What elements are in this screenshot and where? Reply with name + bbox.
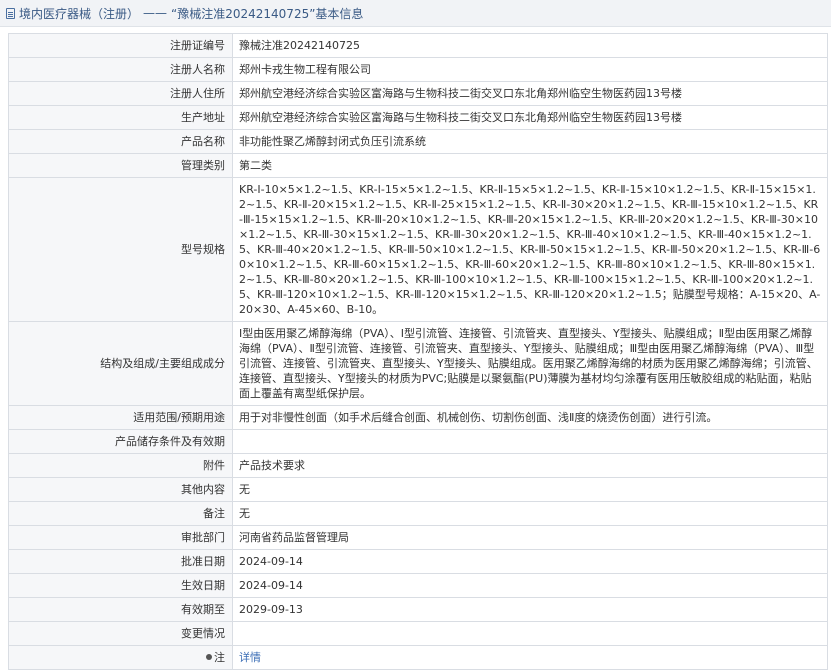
field-label: 注册人名称 [8, 57, 233, 82]
field-value: 无 [232, 501, 828, 526]
info-table: 注册证编号 豫械注准20242140725 注册人名称 郑州卡戎生物工程有限公司 注册人… [8, 33, 828, 670]
field-label: 生产地址 [8, 105, 233, 130]
field-label: 注 [8, 645, 233, 670]
field-label: 注册人住所 [8, 81, 233, 106]
info-table-container: 注册证编号 豫械注准20242140725 注册人名称 郑州卡戎生物工程有限公司 注册人… [8, 33, 828, 670]
field-value: 郑州航空港经济综合实验区富海路与生物科技二街交叉口东北角郑州临空生物医药园13号… [232, 105, 828, 130]
field-label: 审批部门 [8, 525, 233, 550]
field-label: 有效期至 [8, 597, 233, 622]
field-label: 变更情况 [8, 621, 233, 646]
breadcrumb-section-link[interactable]: 境内医疗器械（注册） [19, 5, 139, 22]
field-label: 结构及组成/主要组成成分 [8, 321, 233, 406]
table-row: 变更情况 [8, 621, 828, 646]
table-row: 附件 产品技术要求 [8, 453, 828, 478]
table-row: 注册人住所 郑州航空港经济综合实验区富海路与生物科技二街交叉口东北角郑州临空生物医… [8, 81, 828, 106]
note-label: 注 [214, 651, 225, 664]
field-value: 产品技术要求 [232, 453, 828, 478]
table-row: 生产地址 郑州航空港经济综合实验区富海路与生物科技二街交叉口东北角郑州临空生物医药… [8, 105, 828, 130]
field-value: 非功能性聚乙烯醇封闭式负压引流系统 [232, 129, 828, 154]
table-row: 有效期至 2029-09-13 [8, 597, 828, 622]
field-label: 附件 [8, 453, 233, 478]
breadcrumb: 境内医疗器械（注册） —— “豫械注准20242140725”基本信息 [0, 0, 831, 27]
field-label: 管理类别 [8, 153, 233, 178]
page-title: “豫械注准20242140725”基本信息 [171, 6, 364, 21]
field-value [232, 429, 828, 454]
field-value: 2024-09-14 [232, 549, 828, 574]
field-value: 第二类 [232, 153, 828, 178]
field-value: 详情 [232, 645, 828, 670]
field-label: 产品名称 [8, 129, 233, 154]
field-value: Ⅰ型由医用聚乙烯醇海绵（PVA）、Ⅰ型引流管、连接管、引流管夹、直型接头、Y型接… [232, 321, 828, 406]
table-row-detail: 注 详情 [8, 645, 828, 670]
breadcrumb-separator: —— [143, 6, 168, 20]
field-value: 郑州卡戎生物工程有限公司 [232, 57, 828, 82]
table-row: 管理类别 第二类 [8, 153, 828, 178]
document-icon [6, 7, 15, 19]
field-label: 生效日期 [8, 573, 233, 598]
field-value: 2029-09-13 [232, 597, 828, 622]
field-label: 型号规格 [8, 177, 233, 322]
field-value: KR-Ⅰ-10×5×1.2~1.5、KR-Ⅰ-15×5×1.2~1.5、KR-Ⅱ… [232, 177, 828, 322]
detail-link[interactable]: 详情 [239, 651, 261, 664]
table-row: 适用范围/预期用途 用于对非慢性创面（如手术后缝合创面、机械创伤、切割伤创面、浅Ⅱ… [8, 405, 828, 430]
table-row: 产品名称 非功能性聚乙烯醇封闭式负压引流系统 [8, 129, 828, 154]
field-value [232, 621, 828, 646]
table-row: 型号规格 KR-Ⅰ-10×5×1.2~1.5、KR-Ⅰ-15×5×1.2~1.5、… [8, 177, 828, 322]
field-value: 郑州航空港经济综合实验区富海路与生物科技二街交叉口东北角郑州临空生物医药园13号… [232, 81, 828, 106]
field-label: 产品储存条件及有效期 [8, 429, 233, 454]
table-row: 注册人名称 郑州卡戎生物工程有限公司 [8, 57, 828, 82]
field-value: 豫械注准20242140725 [232, 33, 828, 58]
table-row: 批准日期 2024-09-14 [8, 549, 828, 574]
field-label: 适用范围/预期用途 [8, 405, 233, 430]
field-label: 批准日期 [8, 549, 233, 574]
table-row: 结构及组成/主要组成成分 Ⅰ型由医用聚乙烯醇海绵（PVA）、Ⅰ型引流管、连接管、引… [8, 321, 828, 406]
field-label: 注册证编号 [8, 33, 233, 58]
table-row: 产品储存条件及有效期 [8, 429, 828, 454]
field-value: 用于对非慢性创面（如手术后缝合创面、机械创伤、切割伤创面、浅Ⅱ度的烧烫伤创面）进… [232, 405, 828, 430]
table-row: 审批部门 河南省药品监督管理局 [8, 525, 828, 550]
table-row: 其他内容无 [8, 477, 828, 502]
location-pin-icon [206, 654, 212, 660]
table-row: 注册证编号 豫械注准20242140725 [8, 33, 828, 58]
field-label: 其他内容 [8, 477, 233, 502]
field-value: 2024-09-14 [232, 573, 828, 598]
field-value: 无 [232, 477, 828, 502]
field-label: 备注 [8, 501, 233, 526]
table-row: 生效日期 2024-09-14 [8, 573, 828, 598]
field-value: 河南省药品监督管理局 [232, 525, 828, 550]
table-row: 备注无 [8, 501, 828, 526]
